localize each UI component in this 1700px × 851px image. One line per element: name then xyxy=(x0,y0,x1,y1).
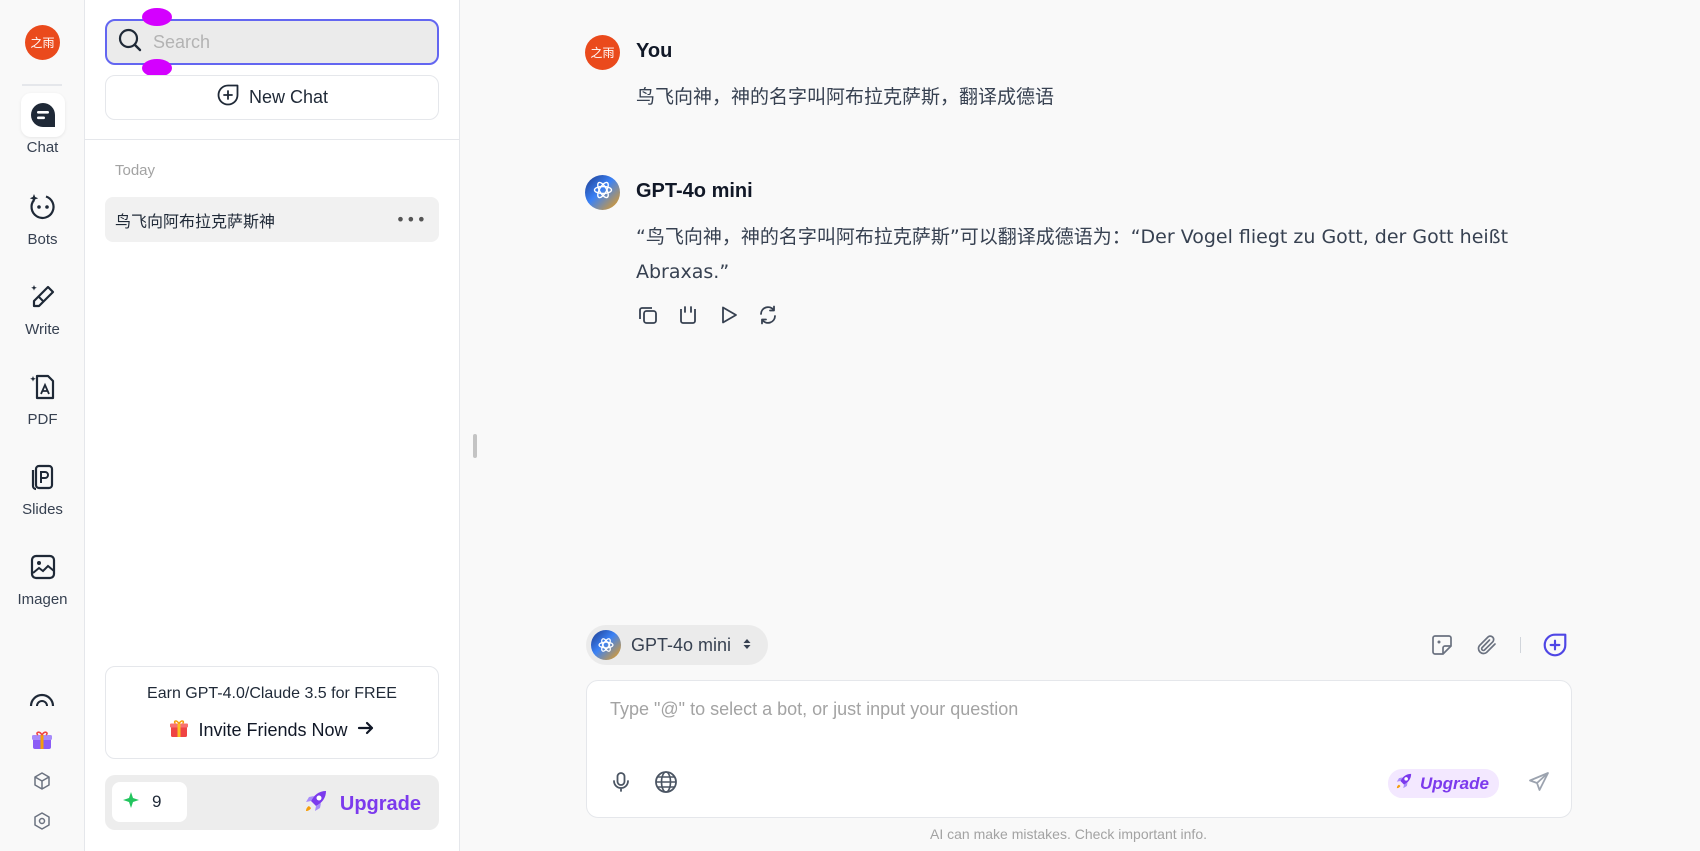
globe-icon[interactable] xyxy=(651,767,681,797)
credits-count: 9 xyxy=(152,792,162,811)
bot-sender-name: GPT-4o mini xyxy=(636,180,753,202)
rail-item-write[interactable]: Write xyxy=(0,275,85,338)
panel-footer: 9 Upgrade xyxy=(105,775,439,830)
composer-upgrade-label: Upgrade xyxy=(1420,773,1489,793)
message-input[interactable] xyxy=(610,699,1540,739)
rocket-icon xyxy=(302,787,330,821)
more-icon[interactable]: ••• xyxy=(396,210,427,229)
user-message-avatar: 之雨 xyxy=(585,35,620,70)
chat-title: 鸟飞向阿布拉克萨斯神 xyxy=(115,211,276,231)
search-input[interactable] xyxy=(153,31,413,53)
rail-item-imagen[interactable]: Imagen xyxy=(0,545,85,608)
panel-divider xyxy=(85,139,460,140)
new-chat-button[interactable]: New Chat xyxy=(105,75,439,120)
plus-circle-icon xyxy=(216,83,240,112)
rail-item-chat[interactable]: Chat xyxy=(0,93,85,156)
section-today: Today xyxy=(115,162,156,179)
user-avatar[interactable]: 之雨 xyxy=(25,25,60,60)
gift-icon xyxy=(168,717,190,744)
play-icon[interactable] xyxy=(716,303,740,327)
copy-icon[interactable] xyxy=(636,303,660,327)
rail-label-chat: Chat xyxy=(26,139,59,156)
openai-logo-icon xyxy=(592,179,614,206)
user-sender-name: You xyxy=(636,40,673,62)
rail-label-write: Write xyxy=(25,321,60,338)
rail-label-imagen: Imagen xyxy=(17,591,68,608)
search-icon xyxy=(117,27,143,58)
arrow-right-icon xyxy=(356,718,376,743)
bot-message-text: “鸟飞向神，神的名字叫阿布拉克萨斯”可以翻译成德语为：“Der Vogel fl… xyxy=(636,226,1509,283)
rail-divider xyxy=(22,84,62,86)
panel-resize-handle[interactable] xyxy=(473,434,477,458)
invite-friends-link[interactable]: Invite Friends Now xyxy=(106,717,438,744)
icon-rail: 之雨 Chat Bots Write PDF Slides Imagen xyxy=(0,0,85,851)
invite-friends-label: Invite Friends Now xyxy=(198,720,348,740)
rail-label-slides: Slides xyxy=(22,501,63,518)
rail-item-slides[interactable]: Slides xyxy=(0,455,85,518)
upgrade-button[interactable]: Upgrade xyxy=(302,787,421,821)
upgrade-label: Upgrade xyxy=(339,792,421,815)
promo-title: Earn GPT-4.0/Claude 3.5 for FREE xyxy=(147,685,397,702)
toolbar-separator xyxy=(1520,637,1521,653)
imagen-icon xyxy=(21,545,65,589)
pdf-icon xyxy=(21,365,65,409)
send-icon[interactable] xyxy=(1524,767,1554,797)
composer-upgrade-button[interactable]: Upgrade xyxy=(1388,769,1499,798)
new-chat-plus-icon[interactable] xyxy=(1540,630,1570,660)
rocket-icon xyxy=(1394,771,1414,796)
rail-label-bots: Bots xyxy=(27,231,58,248)
sparkle-icon xyxy=(122,791,140,814)
model-selector[interactable]: GPT-4o mini xyxy=(586,625,768,665)
model-name: GPT-4o mini xyxy=(631,634,732,655)
rail-item-bots[interactable]: Bots xyxy=(0,185,85,248)
more-apps-icon[interactable] xyxy=(26,690,58,706)
invite-promo-card: Earn GPT-4.0/Claude 3.5 for FREE Invite … xyxy=(105,666,439,759)
user-message-text: 鸟飞向神，神的名字叫阿布拉克萨斯，翻译成德语 xyxy=(636,86,1055,108)
new-chat-label: New Chat xyxy=(248,87,329,107)
write-icon xyxy=(21,275,65,319)
regenerate-icon[interactable] xyxy=(756,303,780,327)
bot-avatar xyxy=(585,175,620,210)
slides-icon xyxy=(21,455,65,499)
message-actions xyxy=(636,303,780,327)
chat-icon xyxy=(20,93,65,137)
bots-icon xyxy=(21,185,65,229)
chat-list-panel: New Chat Today 鸟飞向阿布拉克萨斯神 ••• Earn GPT-4… xyxy=(85,0,460,851)
cube-icon[interactable] xyxy=(27,766,57,796)
rail-label-pdf: PDF xyxy=(27,411,58,428)
rail-item-pdf[interactable]: PDF xyxy=(0,365,85,428)
disclaimer-text: AI can make mistakes. Check important in… xyxy=(930,826,1207,842)
chat-list-item[interactable]: 鸟飞向阿布拉克萨斯神 ••• xyxy=(105,197,439,242)
quote-icon[interactable] xyxy=(676,303,700,327)
attachment-icon[interactable] xyxy=(1472,630,1502,660)
model-avatar-icon xyxy=(591,630,621,660)
settings-icon[interactable] xyxy=(27,806,57,836)
microphone-icon[interactable] xyxy=(606,767,636,797)
updown-chevron-icon xyxy=(741,635,753,656)
image-sticker-icon[interactable] xyxy=(1427,630,1457,660)
gift-icon[interactable] xyxy=(27,725,57,755)
selection-handle-start[interactable] xyxy=(142,8,172,26)
credits-badge[interactable]: 9 xyxy=(112,782,187,822)
